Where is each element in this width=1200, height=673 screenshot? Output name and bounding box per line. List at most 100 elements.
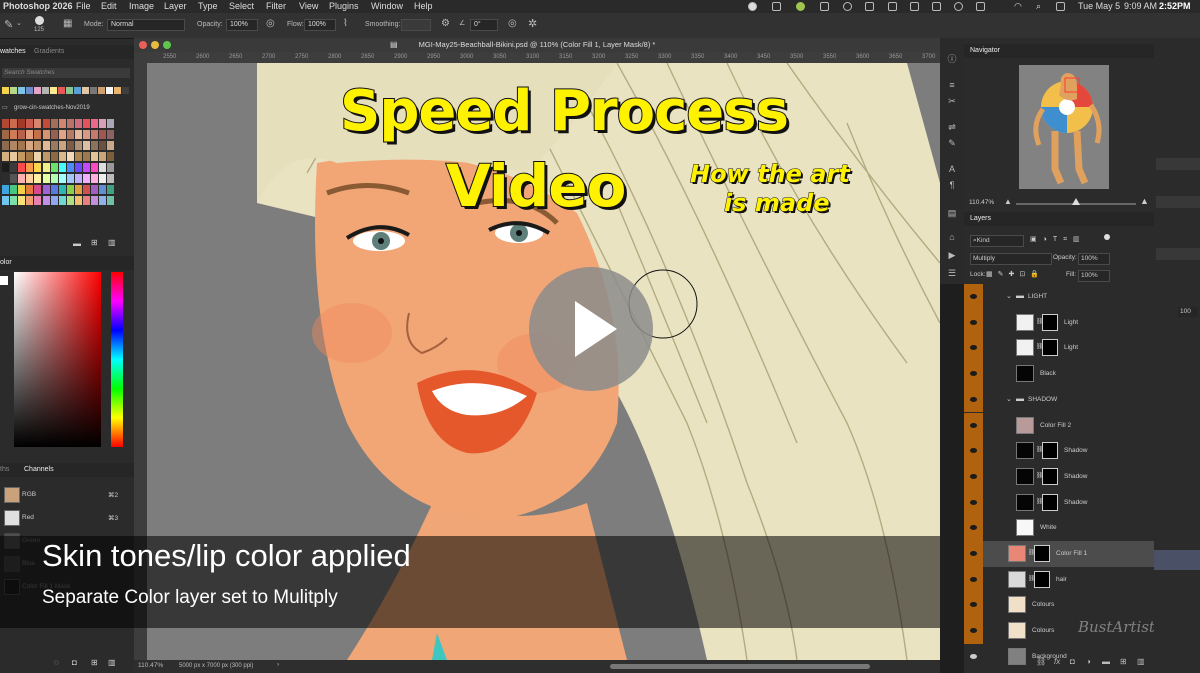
swatch[interactable] [74, 152, 82, 161]
visibility-toggle[interactable] [964, 438, 983, 464]
swatch[interactable] [58, 163, 66, 172]
swatch[interactable] [42, 130, 50, 139]
layer-row[interactable]: ⛓ Light [964, 335, 1154, 362]
status-icon[interactable] [954, 2, 963, 11]
menu-file[interactable]: File [76, 1, 91, 11]
swatch[interactable] [42, 163, 50, 172]
layer-row[interactable]: ⛓ Shadow [964, 438, 1154, 464]
swatch[interactable] [2, 185, 9, 194]
tab-paths[interactable]: ths [0, 466, 9, 473]
angle-icon[interactable]: ∠ [459, 19, 465, 27]
swatch[interactable] [42, 119, 50, 128]
swatch[interactable] [2, 141, 9, 150]
symmetry-icon[interactable]: ✲ [528, 17, 537, 30]
opacity-field[interactable]: 100% [226, 19, 258, 31]
tools-icon[interactable]: ✂ [946, 96, 958, 106]
swatch[interactable] [18, 152, 26, 161]
swatch[interactable] [34, 196, 42, 205]
status-icon[interactable] [772, 2, 781, 11]
chevron-down-icon[interactable]: ⌄ [1006, 292, 1012, 300]
status-icon[interactable] [865, 2, 874, 11]
layer-row[interactable]: ⛓ Shadow [964, 463, 1154, 490]
layer-row[interactable]: Colours [964, 592, 1154, 619]
chevron-down-icon[interactable]: ⌄ [16, 19, 22, 27]
airbrush-icon[interactable]: ⌇ [343, 18, 348, 29]
swatch[interactable] [2, 130, 9, 139]
swatch[interactable] [18, 196, 26, 205]
swatch[interactable] [66, 185, 74, 194]
swatch[interactable] [34, 141, 42, 150]
swatch[interactable] [10, 163, 18, 172]
layer-filter-select[interactable]: ⌕Kind [970, 235, 1024, 247]
swatch[interactable] [83, 119, 90, 128]
character-icon[interactable]: A [946, 164, 958, 174]
layer-filter-icons[interactable]: ▣◑T⌗▥ [1030, 235, 1086, 244]
swatch[interactable] [34, 130, 42, 139]
swatch[interactable] [83, 163, 90, 172]
visibility-toggle[interactable] [964, 541, 983, 567]
swatch[interactable] [2, 152, 9, 161]
layer-row[interactable]: Black [964, 361, 1154, 387]
swatch[interactable] [99, 185, 107, 194]
swatch[interactable] [34, 152, 42, 161]
visibility-toggle[interactable] [964, 618, 983, 644]
brush-preview[interactable] [35, 16, 44, 25]
swatch[interactable] [66, 87, 73, 94]
swatch[interactable] [34, 87, 41, 94]
visibility-toggle[interactable] [964, 643, 983, 670]
swatch[interactable] [58, 141, 66, 150]
swatch[interactable] [107, 152, 115, 161]
swatch[interactable] [2, 196, 9, 205]
swatch[interactable] [50, 174, 58, 183]
blend-mode-select[interactable]: Multiply [970, 253, 1052, 265]
swatch[interactable] [74, 141, 82, 150]
swatch[interactable] [90, 87, 97, 94]
menu-type[interactable]: Type [198, 1, 218, 11]
swatch[interactable] [18, 163, 26, 172]
swatch[interactable] [58, 130, 66, 139]
zoom-button[interactable] [163, 41, 171, 49]
menu-layer[interactable]: Layer [164, 1, 187, 11]
app-menu[interactable]: Photoshop 2026 [3, 1, 73, 11]
swatch[interactable] [42, 185, 50, 194]
swatch[interactable] [58, 174, 66, 183]
swatch[interactable] [50, 119, 58, 128]
swatch[interactable] [18, 174, 26, 183]
swatch[interactable] [107, 141, 115, 150]
brush-tool-icon[interactable]: ✎ [4, 18, 13, 31]
tab-swatches[interactable]: watches [0, 48, 26, 55]
tab-layers[interactable]: Layers [970, 215, 991, 222]
filter-toggle[interactable] [1104, 234, 1110, 240]
angle-field[interactable]: 0° [470, 19, 498, 31]
swatch[interactable] [50, 141, 58, 150]
menu-filter[interactable]: Filter [266, 1, 286, 11]
swatch[interactable] [83, 196, 90, 205]
swatch[interactable] [18, 119, 26, 128]
status-icon[interactable] [976, 2, 985, 11]
layer-opacity-field[interactable]: 100% [1078, 253, 1110, 265]
control-center-icon[interactable] [1056, 2, 1065, 11]
folder-icon[interactable]: ▬ [73, 239, 81, 248]
swatch[interactable] [107, 119, 115, 128]
swatch[interactable] [34, 174, 42, 183]
layer-row[interactable]: ⛓ Color Fill 1 [964, 541, 1154, 567]
trash-icon[interactable]: ▥ [108, 658, 116, 667]
swatch[interactable] [91, 174, 99, 183]
swatch[interactable] [74, 119, 82, 128]
glyphs-icon[interactable]: ☰ [946, 268, 958, 278]
swatch[interactable] [107, 196, 115, 205]
zoom-level[interactable]: 110.47% [138, 662, 163, 669]
swatch[interactable] [18, 185, 26, 194]
swatch[interactable] [66, 152, 74, 161]
menu-help[interactable]: Help [414, 1, 433, 11]
channel-row[interactable]: RGB ⌘2 [0, 484, 134, 506]
swatch[interactable] [2, 163, 9, 172]
visibility-toggle[interactable] [964, 284, 983, 310]
chevron-right-icon[interactable]: › [277, 661, 279, 668]
swatch[interactable] [74, 163, 82, 172]
swatch[interactable] [99, 152, 107, 161]
status-icon[interactable] [888, 2, 897, 11]
swatch[interactable] [83, 185, 90, 194]
tab-navigator[interactable]: Navigator [970, 47, 1000, 54]
swatch[interactable] [50, 87, 57, 94]
